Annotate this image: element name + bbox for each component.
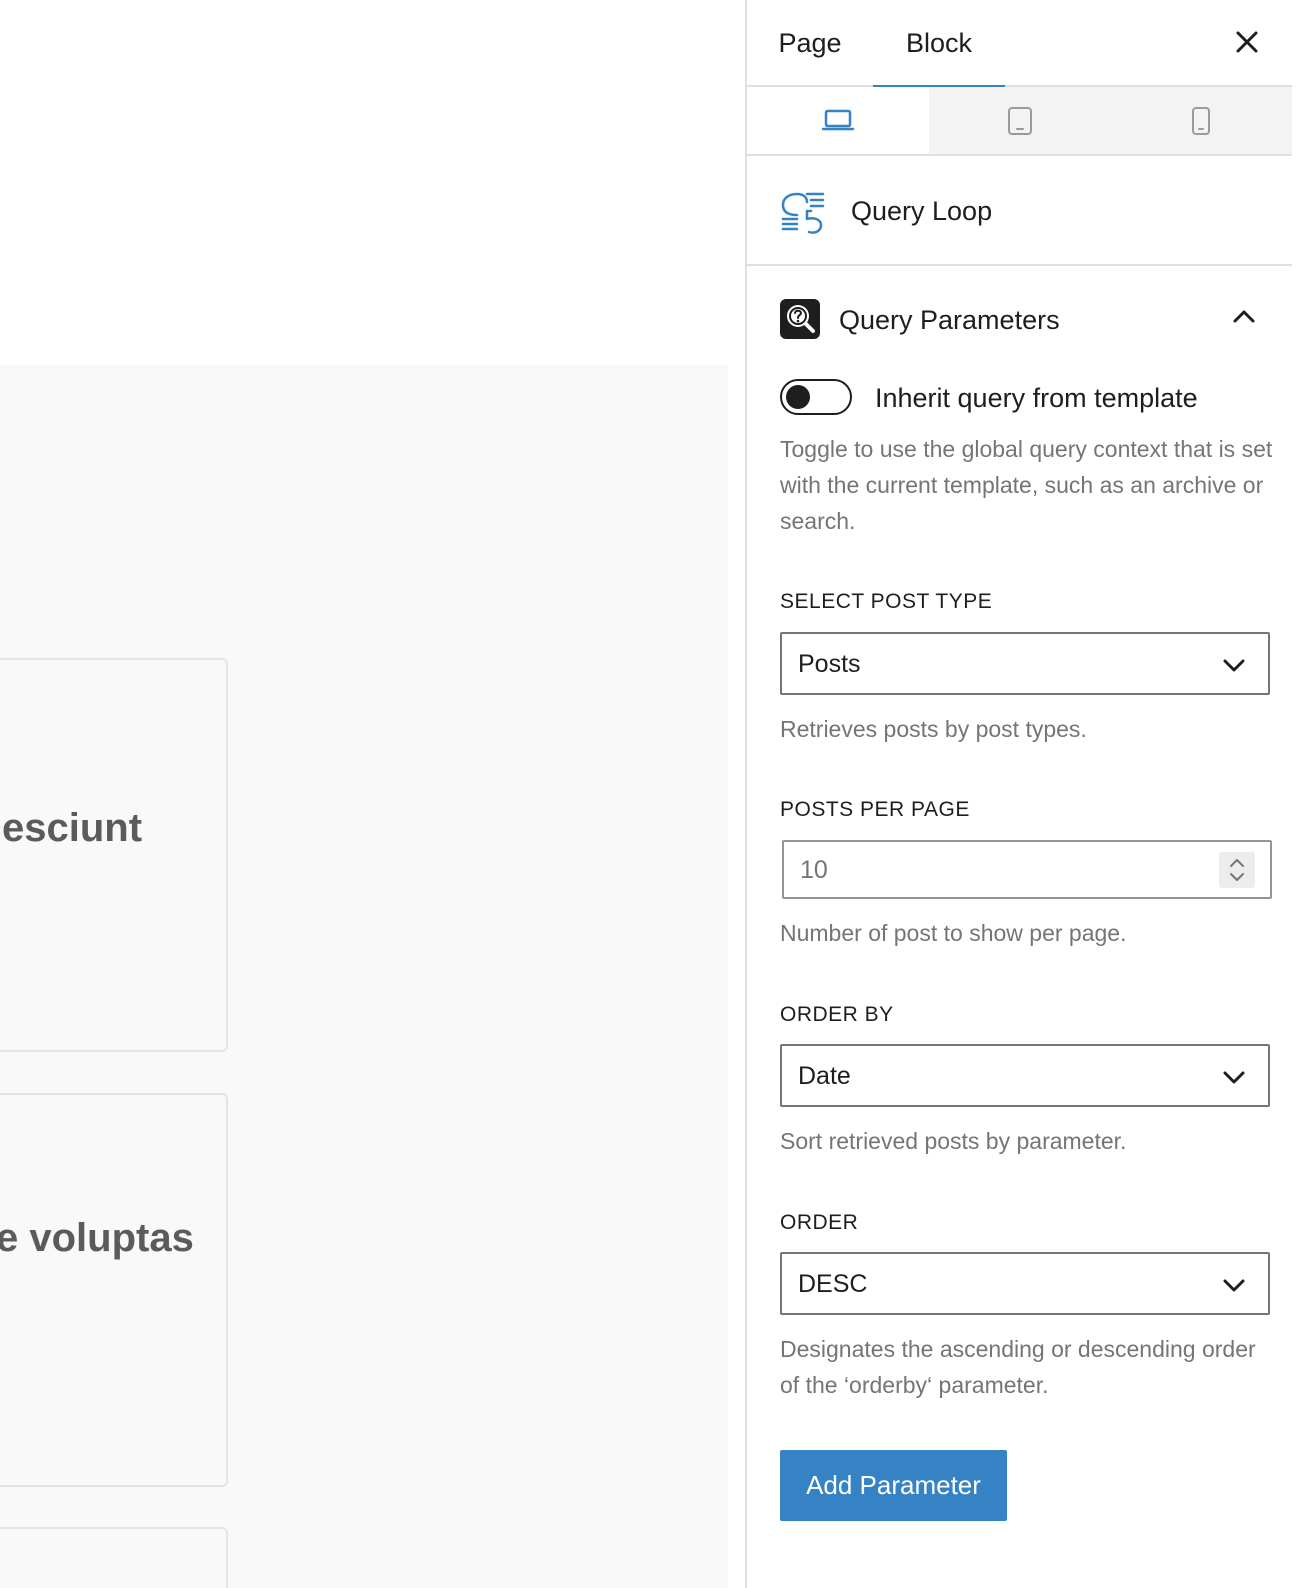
responsive-device-switcher xyxy=(747,87,1292,156)
order-by-help: Sort retrieved posts by parameter. xyxy=(780,1128,1127,1154)
tab-page[interactable]: Page xyxy=(765,0,855,87)
post-card[interactable]: esciunt xyxy=(0,658,228,1052)
close-sidebar-button[interactable] xyxy=(1223,18,1271,66)
device-mobile-button[interactable] xyxy=(1110,87,1292,154)
sidebar-tabs: Page Block xyxy=(747,0,1292,89)
close-icon xyxy=(1236,31,1258,53)
post-type-value: Posts xyxy=(798,650,861,678)
desktop-icon xyxy=(821,109,855,130)
query-parameters-panel-toggle[interactable]: Query Parameters xyxy=(747,266,1292,371)
toggle-knob xyxy=(786,385,810,409)
device-desktop-button[interactable] xyxy=(747,87,929,154)
posts-per-page-input[interactable]: 10 xyxy=(782,840,1272,899)
inherit-query-help: Toggle to use the global query context t… xyxy=(780,436,1273,534)
posts-per-page-value: 10 xyxy=(800,856,828,884)
editor-canvas[interactable]: esciunt e voluptas xyxy=(0,0,746,1588)
order-help: Designates the ascending or descending o… xyxy=(780,1336,1256,1398)
post-card-title: e voluptas xyxy=(0,1216,194,1260)
block-card: Query Loop xyxy=(747,156,1292,266)
add-parameter-button[interactable]: Add Parameter xyxy=(780,1450,1007,1521)
mobile-icon xyxy=(1192,106,1211,135)
chevron-down-icon xyxy=(1223,1071,1245,1084)
panel-title: Query Parameters xyxy=(839,305,1060,335)
chevron-up-icon xyxy=(1233,310,1255,323)
post-card[interactable] xyxy=(0,1527,228,1588)
order-by-value: Date xyxy=(798,1062,851,1090)
tablet-icon xyxy=(1007,106,1032,135)
query-loop-icon xyxy=(781,192,825,234)
post-type-help: Retrieves posts by post types. xyxy=(780,716,1087,742)
posts-per-page-label: POSTS PER PAGE xyxy=(780,798,970,821)
tab-block[interactable]: Block xyxy=(873,0,1005,89)
order-label: ORDER xyxy=(780,1211,859,1234)
order-by-label: ORDER BY xyxy=(780,1003,894,1026)
settings-sidebar: Page Block Query Loop Query Parameters I… xyxy=(745,0,1306,1588)
post-type-select[interactable]: Posts xyxy=(780,632,1270,695)
chevron-down-icon xyxy=(1223,659,1245,672)
inherit-query-toggle[interactable] xyxy=(780,379,852,415)
post-type-label: SELECT POST TYPE xyxy=(780,590,993,613)
order-by-select[interactable]: Date xyxy=(780,1044,1270,1107)
device-tablet-button[interactable] xyxy=(929,87,1111,154)
post-card[interactable]: e voluptas xyxy=(0,1093,228,1487)
order-value: DESC xyxy=(798,1270,868,1298)
inherit-query-label[interactable]: Inherit query from template xyxy=(875,383,1198,414)
posts-per-page-help: Number of post to show per page. xyxy=(780,920,1127,946)
post-card-title: esciunt xyxy=(2,806,143,850)
tab-block-label: Block xyxy=(905,28,973,58)
block-title: Query Loop xyxy=(851,196,993,226)
chevron-down-icon xyxy=(1223,1279,1245,1292)
number-spinner[interactable] xyxy=(1219,852,1255,888)
order-select[interactable]: DESC xyxy=(780,1252,1270,1315)
tab-page-label: Page xyxy=(778,28,842,58)
spinner-arrows-icon xyxy=(1230,859,1244,881)
query-search-icon xyxy=(780,299,820,339)
